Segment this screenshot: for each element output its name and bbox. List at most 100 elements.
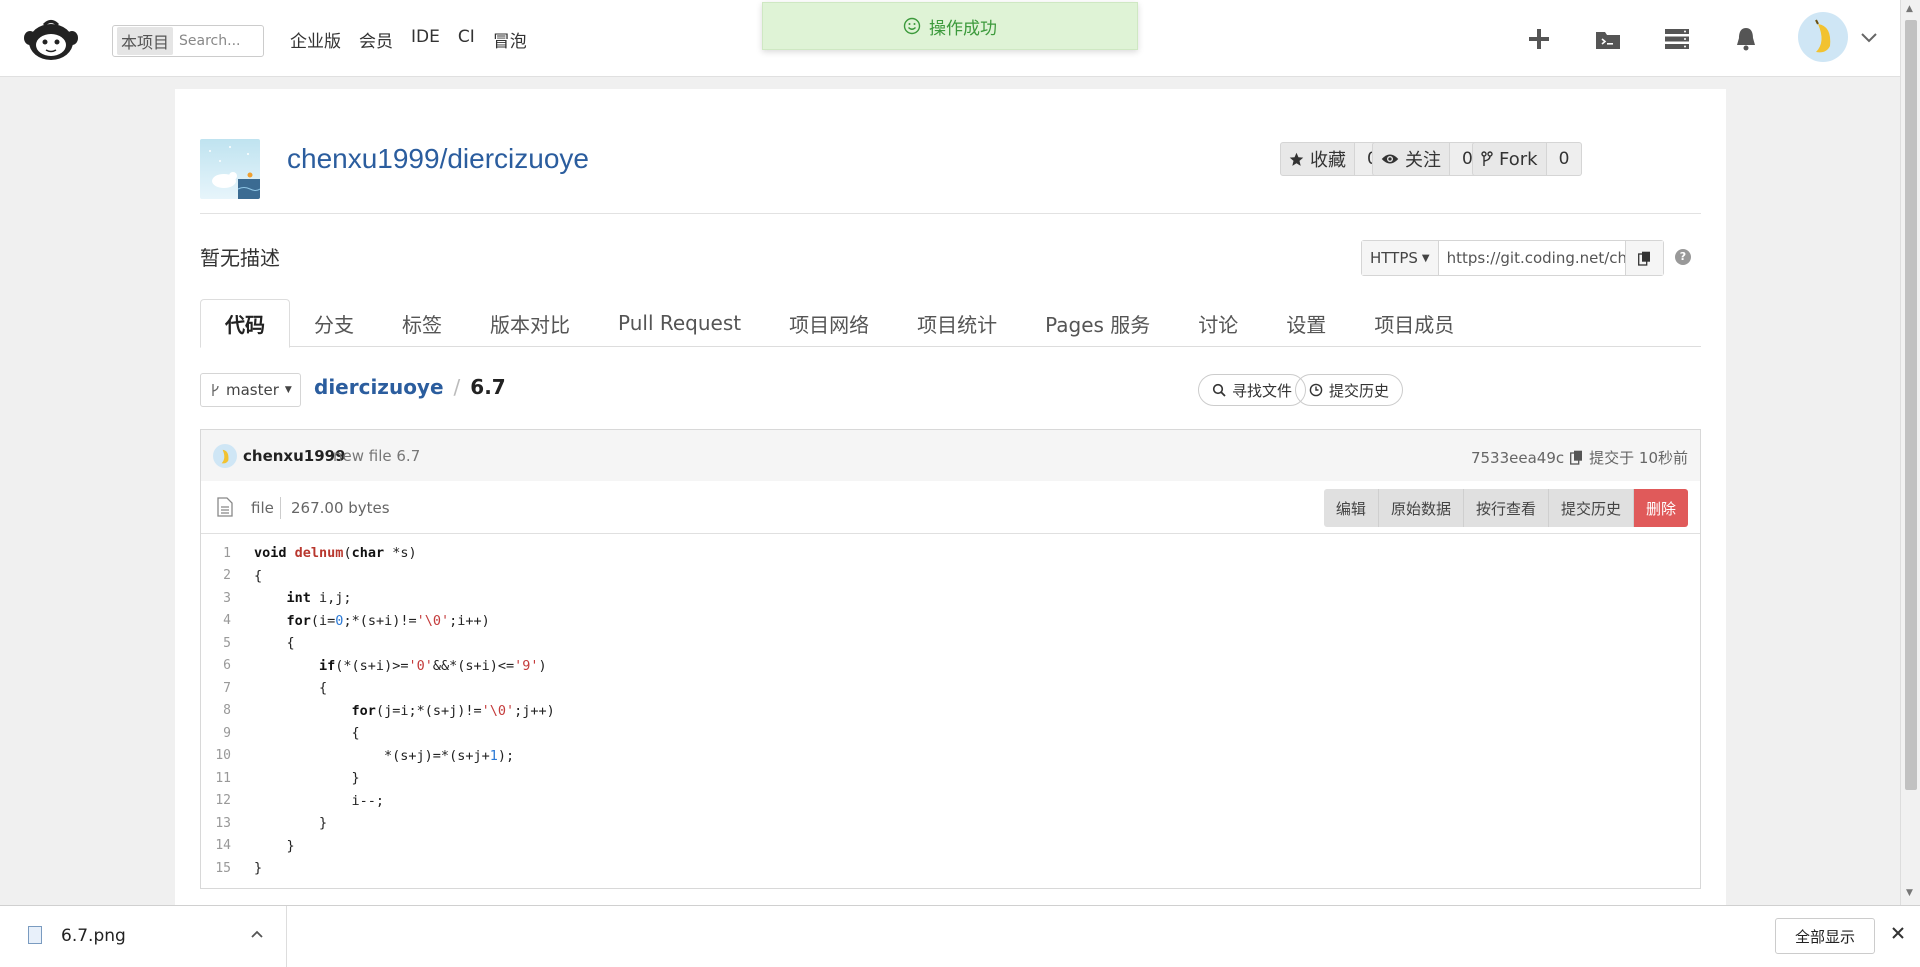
code-block: 1 void delnum(char *s) 2{3 int i,j; 4 for(i… (201, 534, 1700, 880)
tab-network[interactable]: 项目网络 (765, 299, 893, 347)
line-number[interactable]: 11 (201, 771, 231, 786)
scrollbar-thumb[interactable] (1905, 20, 1917, 790)
plus-icon[interactable] (1524, 24, 1554, 54)
search-input[interactable]: Search... (179, 33, 240, 49)
search-icon (1212, 383, 1226, 397)
success-toast: 操作成功 (762, 2, 1138, 50)
line-number[interactable]: 15 (201, 861, 231, 876)
line-number[interactable]: 3 (201, 591, 231, 606)
tab-stats[interactable]: 项目统计 (893, 299, 1021, 347)
download-filename[interactable]: 6.7.png (61, 926, 126, 946)
scroll-down-icon[interactable]: ▼ (1906, 888, 1913, 898)
line-number[interactable]: 2 (201, 568, 231, 583)
code-line: 1 void delnum(char *s) (201, 542, 1700, 565)
find-file-button[interactable]: 寻找文件 (1198, 374, 1307, 406)
repo-description: 暂无描述 (200, 246, 280, 270)
nav-link-enterprise[interactable]: 企业版 (290, 27, 341, 52)
search-box[interactable]: 本项目 Search... (112, 25, 264, 57)
tab-discussion[interactable]: 讨论 (1174, 299, 1262, 347)
line-number[interactable]: 1 (201, 546, 231, 561)
line-number[interactable]: 9 (201, 726, 231, 741)
tab-branches[interactable]: 分支 (290, 299, 378, 347)
nav-link-bubble[interactable]: 冒泡 (493, 27, 527, 52)
download-item[interactable]: 6.7.png (0, 906, 287, 967)
clone-url-input[interactable]: https://git.coding.net/chenxu1999/dierci… (1439, 241, 1625, 275)
commit-hash[interactable]: 7533eea49c (1471, 449, 1564, 467)
file-actions: 编辑 原始数据 按行查看 提交历史 删除 (1323, 489, 1688, 527)
search-scope[interactable]: 本项目 (117, 27, 174, 55)
server-icon[interactable] (1662, 24, 1692, 54)
line-content: if(*(s+i)>='0'&&*(s+i)<='9') (319, 657, 547, 674)
line-number[interactable]: 7 (201, 681, 231, 696)
clone-protocol-select[interactable]: HTTPS ▼ (1362, 241, 1439, 275)
tab-pull-request[interactable]: Pull Request (594, 299, 765, 347)
edit-button[interactable]: 编辑 (1323, 489, 1379, 527)
help-icon[interactable]: ? (1675, 249, 1691, 265)
branch-icon (212, 384, 219, 396)
tab-settings[interactable]: 设置 (1262, 299, 1350, 347)
user-avatar[interactable] (1798, 12, 1848, 62)
caret-down-icon: ▼ (1421, 252, 1430, 264)
line-number[interactable]: 6 (201, 658, 231, 673)
line-number[interactable]: 12 (201, 793, 231, 808)
commit-message[interactable]: new file 6.7 (333, 447, 420, 465)
watch-group[interactable]: 关注 0 (1372, 142, 1486, 176)
branch-selector[interactable]: master ▼ (200, 373, 301, 407)
line-content: for(i=0;*(s+i)!='\0';i++) (286, 612, 490, 629)
watch-button[interactable]: 关注 (1372, 142, 1450, 176)
code-line: 12 i--; (201, 790, 1700, 813)
commit-history-button[interactable]: 提交历史 (1295, 374, 1404, 406)
nav-link-ci[interactable]: CI (458, 27, 475, 52)
breadcrumb-separator: / (453, 375, 461, 399)
chevron-up-icon[interactable] (250, 924, 264, 943)
code-line: 4 for(i=0;*(s+i)!='\0';i++) (201, 610, 1700, 633)
nav-link-ide[interactable]: IDE (411, 27, 440, 52)
code-line: 11 } (201, 767, 1700, 790)
copy-icon[interactable] (1624, 241, 1663, 275)
line-number[interactable]: 5 (201, 636, 231, 651)
line-number[interactable]: 8 (201, 703, 231, 718)
fork-group[interactable]: Fork 0 (1472, 142, 1583, 176)
logo-icon[interactable] (22, 16, 80, 62)
line-content: { (254, 567, 263, 584)
page-scrollbar[interactable]: ▲ ▼ (1900, 0, 1920, 905)
tab-members[interactable]: 项目成员 (1350, 299, 1478, 347)
bell-icon[interactable] (1731, 24, 1761, 54)
file-history-button[interactable]: 提交历史 (1548, 489, 1634, 527)
repo-panel: chenxu1999/diercizuoye 收藏 0 关注 0 Fork 0 … (175, 89, 1726, 905)
tab-pages[interactable]: Pages 服务 (1021, 299, 1174, 347)
watch-label: 关注 (1405, 150, 1441, 171)
tab-compare[interactable]: 版本对比 (466, 299, 594, 347)
chevron-down-icon[interactable] (1860, 28, 1878, 49)
breadcrumb: diercizuoye / 6.7 (314, 375, 506, 399)
blame-button[interactable]: 按行查看 (1463, 489, 1549, 527)
scroll-up-icon[interactable]: ▲ (1906, 4, 1913, 14)
show-all-button[interactable]: 全部显示 (1775, 918, 1875, 954)
line-number[interactable]: 13 (201, 816, 231, 831)
code-line: 2{ (201, 565, 1700, 588)
tab-tags[interactable]: 标签 (378, 299, 466, 347)
commit-author-avatar[interactable] (213, 444, 237, 468)
commit-author[interactable]: chenxu1999 (243, 447, 346, 465)
raw-button[interactable]: 原始数据 (1378, 489, 1464, 527)
branch-name: master (226, 381, 279, 399)
commit-history-label: 提交历史 (1329, 381, 1390, 400)
terminal-folder-icon[interactable] (1593, 24, 1623, 54)
line-number[interactable]: 10 (201, 748, 231, 763)
repo-title[interactable]: chenxu1999/diercizuoye (287, 143, 589, 175)
close-icon[interactable] (1890, 922, 1906, 947)
line-number[interactable]: 4 (201, 613, 231, 628)
caret-down-icon: ▼ (284, 385, 292, 395)
breadcrumb-repo[interactable]: diercizuoye (314, 375, 444, 399)
file-icon (217, 497, 233, 517)
line-number[interactable]: 14 (201, 838, 231, 853)
delete-button[interactable]: 删除 (1633, 489, 1688, 527)
tab-code[interactable]: 代码 (200, 299, 290, 348)
fork-count[interactable]: 0 (1546, 142, 1583, 176)
breadcrumb-file: 6.7 (470, 375, 506, 399)
fork-button[interactable]: Fork (1472, 142, 1547, 176)
star-button[interactable]: 收藏 (1280, 142, 1355, 176)
copy-icon[interactable] (1570, 450, 1583, 465)
code-line: 5 { (201, 632, 1700, 655)
nav-link-member[interactable]: 会员 (359, 27, 393, 52)
